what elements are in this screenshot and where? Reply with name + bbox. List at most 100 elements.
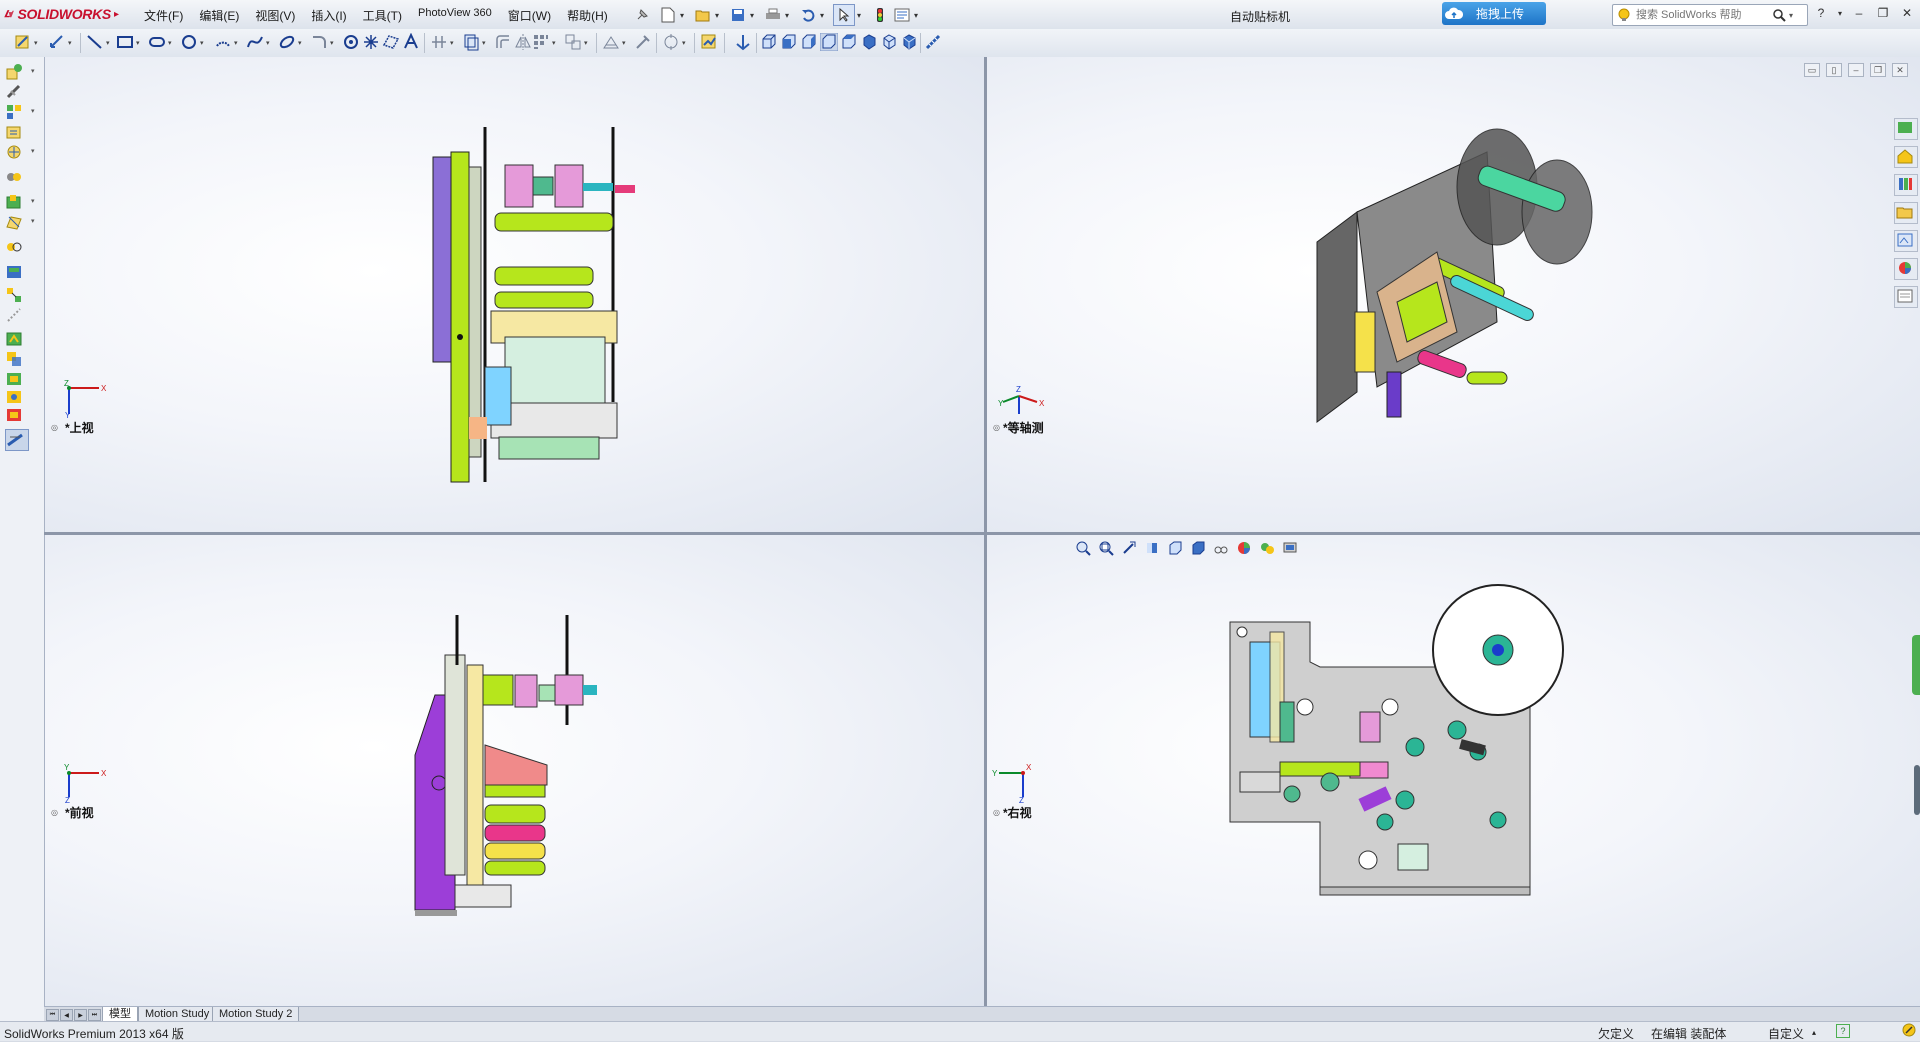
ellipse-dropdown-icon[interactable]: ▾ bbox=[298, 39, 305, 47]
bill-of-materials-icon[interactable] bbox=[5, 262, 27, 282]
viewport-restore-icon[interactable]: ❐ bbox=[1870, 63, 1886, 77]
units-dropdown-icon[interactable]: ▴ bbox=[1812, 1028, 1816, 1037]
upload-button[interactable]: 拖拽上传 bbox=[1442, 2, 1546, 25]
reference-axis-icon[interactable] bbox=[734, 33, 752, 51]
menu-insert[interactable]: 插入(I) bbox=[303, 7, 354, 24]
help-search-input[interactable] bbox=[1634, 8, 1768, 22]
previous-view-icon[interactable] bbox=[1121, 540, 1137, 556]
convert-dropdown-icon[interactable]: ▾ bbox=[482, 39, 489, 47]
solidworks-logo[interactable]: SOLIDWORKS ▸ bbox=[3, 4, 119, 24]
undo-icon[interactable] bbox=[798, 5, 818, 25]
instant3d-icon[interactable] bbox=[5, 329, 27, 349]
fillet-icon[interactable] bbox=[310, 33, 328, 51]
move-dropdown-icon[interactable]: ▾ bbox=[584, 39, 591, 47]
rectangle-dropdown-icon[interactable]: ▾ bbox=[136, 39, 143, 47]
restore-icon[interactable]: ❐ bbox=[1874, 4, 1892, 22]
dimension-dropdown-icon[interactable]: ▾ bbox=[68, 39, 75, 47]
ellipse-icon[interactable] bbox=[278, 33, 296, 51]
tab-motion-study-2[interactable]: Motion Study 2 bbox=[212, 1007, 300, 1022]
units-selector[interactable]: 自定义 bbox=[1768, 1025, 1804, 1042]
status-help-icon[interactable]: ? bbox=[1836, 1024, 1850, 1038]
convert-entities-icon[interactable] bbox=[462, 33, 480, 51]
viewport-front[interactable]: X Z Y ◎ *前视 bbox=[45, 535, 984, 1006]
design-library-icon[interactable] bbox=[1894, 174, 1918, 196]
line-dropdown-icon[interactable]: ▾ bbox=[106, 39, 113, 47]
view-bottom-icon[interactable] bbox=[860, 33, 878, 51]
new-dropdown-icon[interactable]: ▾ bbox=[680, 11, 688, 20]
save-icon[interactable] bbox=[728, 5, 748, 25]
move-component-icon[interactable] bbox=[5, 142, 27, 162]
arc-dropdown-icon[interactable]: ▾ bbox=[234, 39, 241, 47]
view-top-icon[interactable] bbox=[840, 33, 858, 51]
trim-dropdown-icon[interactable]: ▾ bbox=[450, 39, 457, 47]
assembly-features-icon[interactable] bbox=[5, 192, 27, 212]
viewport-isometric[interactable]: X Y Z ◎ *等轴测 bbox=[987, 57, 1920, 532]
point-icon[interactable] bbox=[362, 33, 380, 51]
menu-photoview[interactable]: PhotoView 360 bbox=[410, 7, 500, 24]
section-view-icon[interactable] bbox=[1144, 540, 1160, 556]
rebuild-status-icon[interactable] bbox=[1902, 1023, 1916, 1040]
polygon-icon[interactable] bbox=[342, 33, 360, 51]
help-dropdown-icon[interactable]: ▾ bbox=[1836, 4, 1844, 22]
interference-detection-icon[interactable] bbox=[5, 349, 27, 369]
quick-snaps-icon[interactable] bbox=[662, 33, 680, 51]
view-right-icon[interactable] bbox=[820, 33, 838, 51]
select-cursor-icon[interactable] bbox=[833, 4, 855, 26]
explode-line-sketch-icon[interactable] bbox=[5, 305, 27, 325]
tile-vertical-icon[interactable]: ▯ bbox=[1826, 63, 1842, 77]
resize-handle[interactable] bbox=[1912, 635, 1920, 695]
menu-view[interactable]: 视图(V) bbox=[247, 7, 303, 24]
close-icon[interactable]: ✕ bbox=[1898, 4, 1916, 22]
smart-dimension-icon[interactable] bbox=[48, 33, 66, 51]
appearances-scenes-icon[interactable] bbox=[1894, 258, 1918, 280]
minimize-icon[interactable]: – bbox=[1850, 4, 1868, 22]
hide-show-items-icon[interactable] bbox=[1213, 540, 1229, 556]
pin-icon[interactable] bbox=[632, 5, 652, 25]
menu-file[interactable]: 文件(F) bbox=[136, 7, 191, 24]
spline-icon[interactable] bbox=[246, 33, 264, 51]
view-back-icon[interactable] bbox=[780, 33, 798, 51]
viewport-top[interactable]: X Y Z ◎ *上视 bbox=[45, 57, 984, 532]
open-folder-icon[interactable] bbox=[693, 5, 713, 25]
line-icon[interactable] bbox=[86, 33, 104, 51]
tab-next-icon[interactable]: ▶ bbox=[74, 1009, 87, 1021]
relations-dropdown-icon[interactable]: ▾ bbox=[622, 39, 629, 47]
offset-entities-icon[interactable] bbox=[494, 33, 512, 51]
tab-last-icon[interactable]: ⏭ bbox=[88, 1009, 101, 1021]
mate-icon[interactable] bbox=[5, 82, 27, 102]
search-icon[interactable] bbox=[1772, 8, 1786, 22]
measure-icon[interactable] bbox=[924, 33, 942, 51]
rectangle-icon[interactable] bbox=[116, 33, 134, 51]
tab-prev-icon[interactable]: ◀ bbox=[60, 1009, 73, 1021]
move-dropdown-left-icon[interactable]: ▾ bbox=[31, 147, 35, 155]
reference-geometry-icon[interactable] bbox=[5, 212, 27, 232]
large-assembly-mode-icon[interactable] bbox=[5, 429, 29, 451]
pattern-dropdown-icon[interactable]: ▾ bbox=[552, 39, 559, 47]
home-icon[interactable] bbox=[1894, 146, 1918, 168]
scroll-handle[interactable] bbox=[1914, 765, 1920, 815]
save-dropdown-icon[interactable]: ▾ bbox=[750, 11, 758, 20]
view-settings-icon[interactable] bbox=[1282, 540, 1298, 556]
smart-fasteners-icon[interactable] bbox=[5, 122, 27, 142]
view-front-icon[interactable] bbox=[760, 33, 778, 51]
tab-model[interactable]: 模型 bbox=[102, 1007, 138, 1022]
trim-icon[interactable] bbox=[430, 33, 448, 51]
viewport-right[interactable]: Y Z X ◎ *右视 bbox=[987, 535, 1920, 1006]
slot-icon[interactable] bbox=[148, 33, 166, 51]
file-explorer-icon[interactable] bbox=[1894, 202, 1918, 224]
clearance-verification-icon[interactable] bbox=[5, 369, 27, 389]
assembly-visualization-icon[interactable] bbox=[5, 405, 27, 425]
tab-first-icon[interactable]: ⏮ bbox=[46, 1009, 59, 1021]
exploded-view-icon[interactable] bbox=[5, 285, 27, 305]
menu-help[interactable]: 帮助(H) bbox=[559, 7, 616, 24]
plane-icon[interactable] bbox=[382, 33, 400, 51]
apply-scene-icon[interactable] bbox=[1259, 540, 1275, 556]
undo-dropdown-icon[interactable]: ▾ bbox=[820, 11, 828, 20]
custom-properties-icon[interactable] bbox=[1894, 286, 1918, 308]
brand-menu-arrow-icon[interactable]: ▸ bbox=[114, 9, 119, 20]
search-dropdown-icon[interactable]: ▾ bbox=[1789, 11, 1793, 20]
print-icon[interactable] bbox=[763, 5, 783, 25]
rapid-sketch-icon[interactable] bbox=[700, 33, 718, 51]
slot-dropdown-icon[interactable]: ▾ bbox=[168, 39, 175, 47]
sketch-dropdown-icon[interactable]: ▾ bbox=[34, 39, 41, 47]
